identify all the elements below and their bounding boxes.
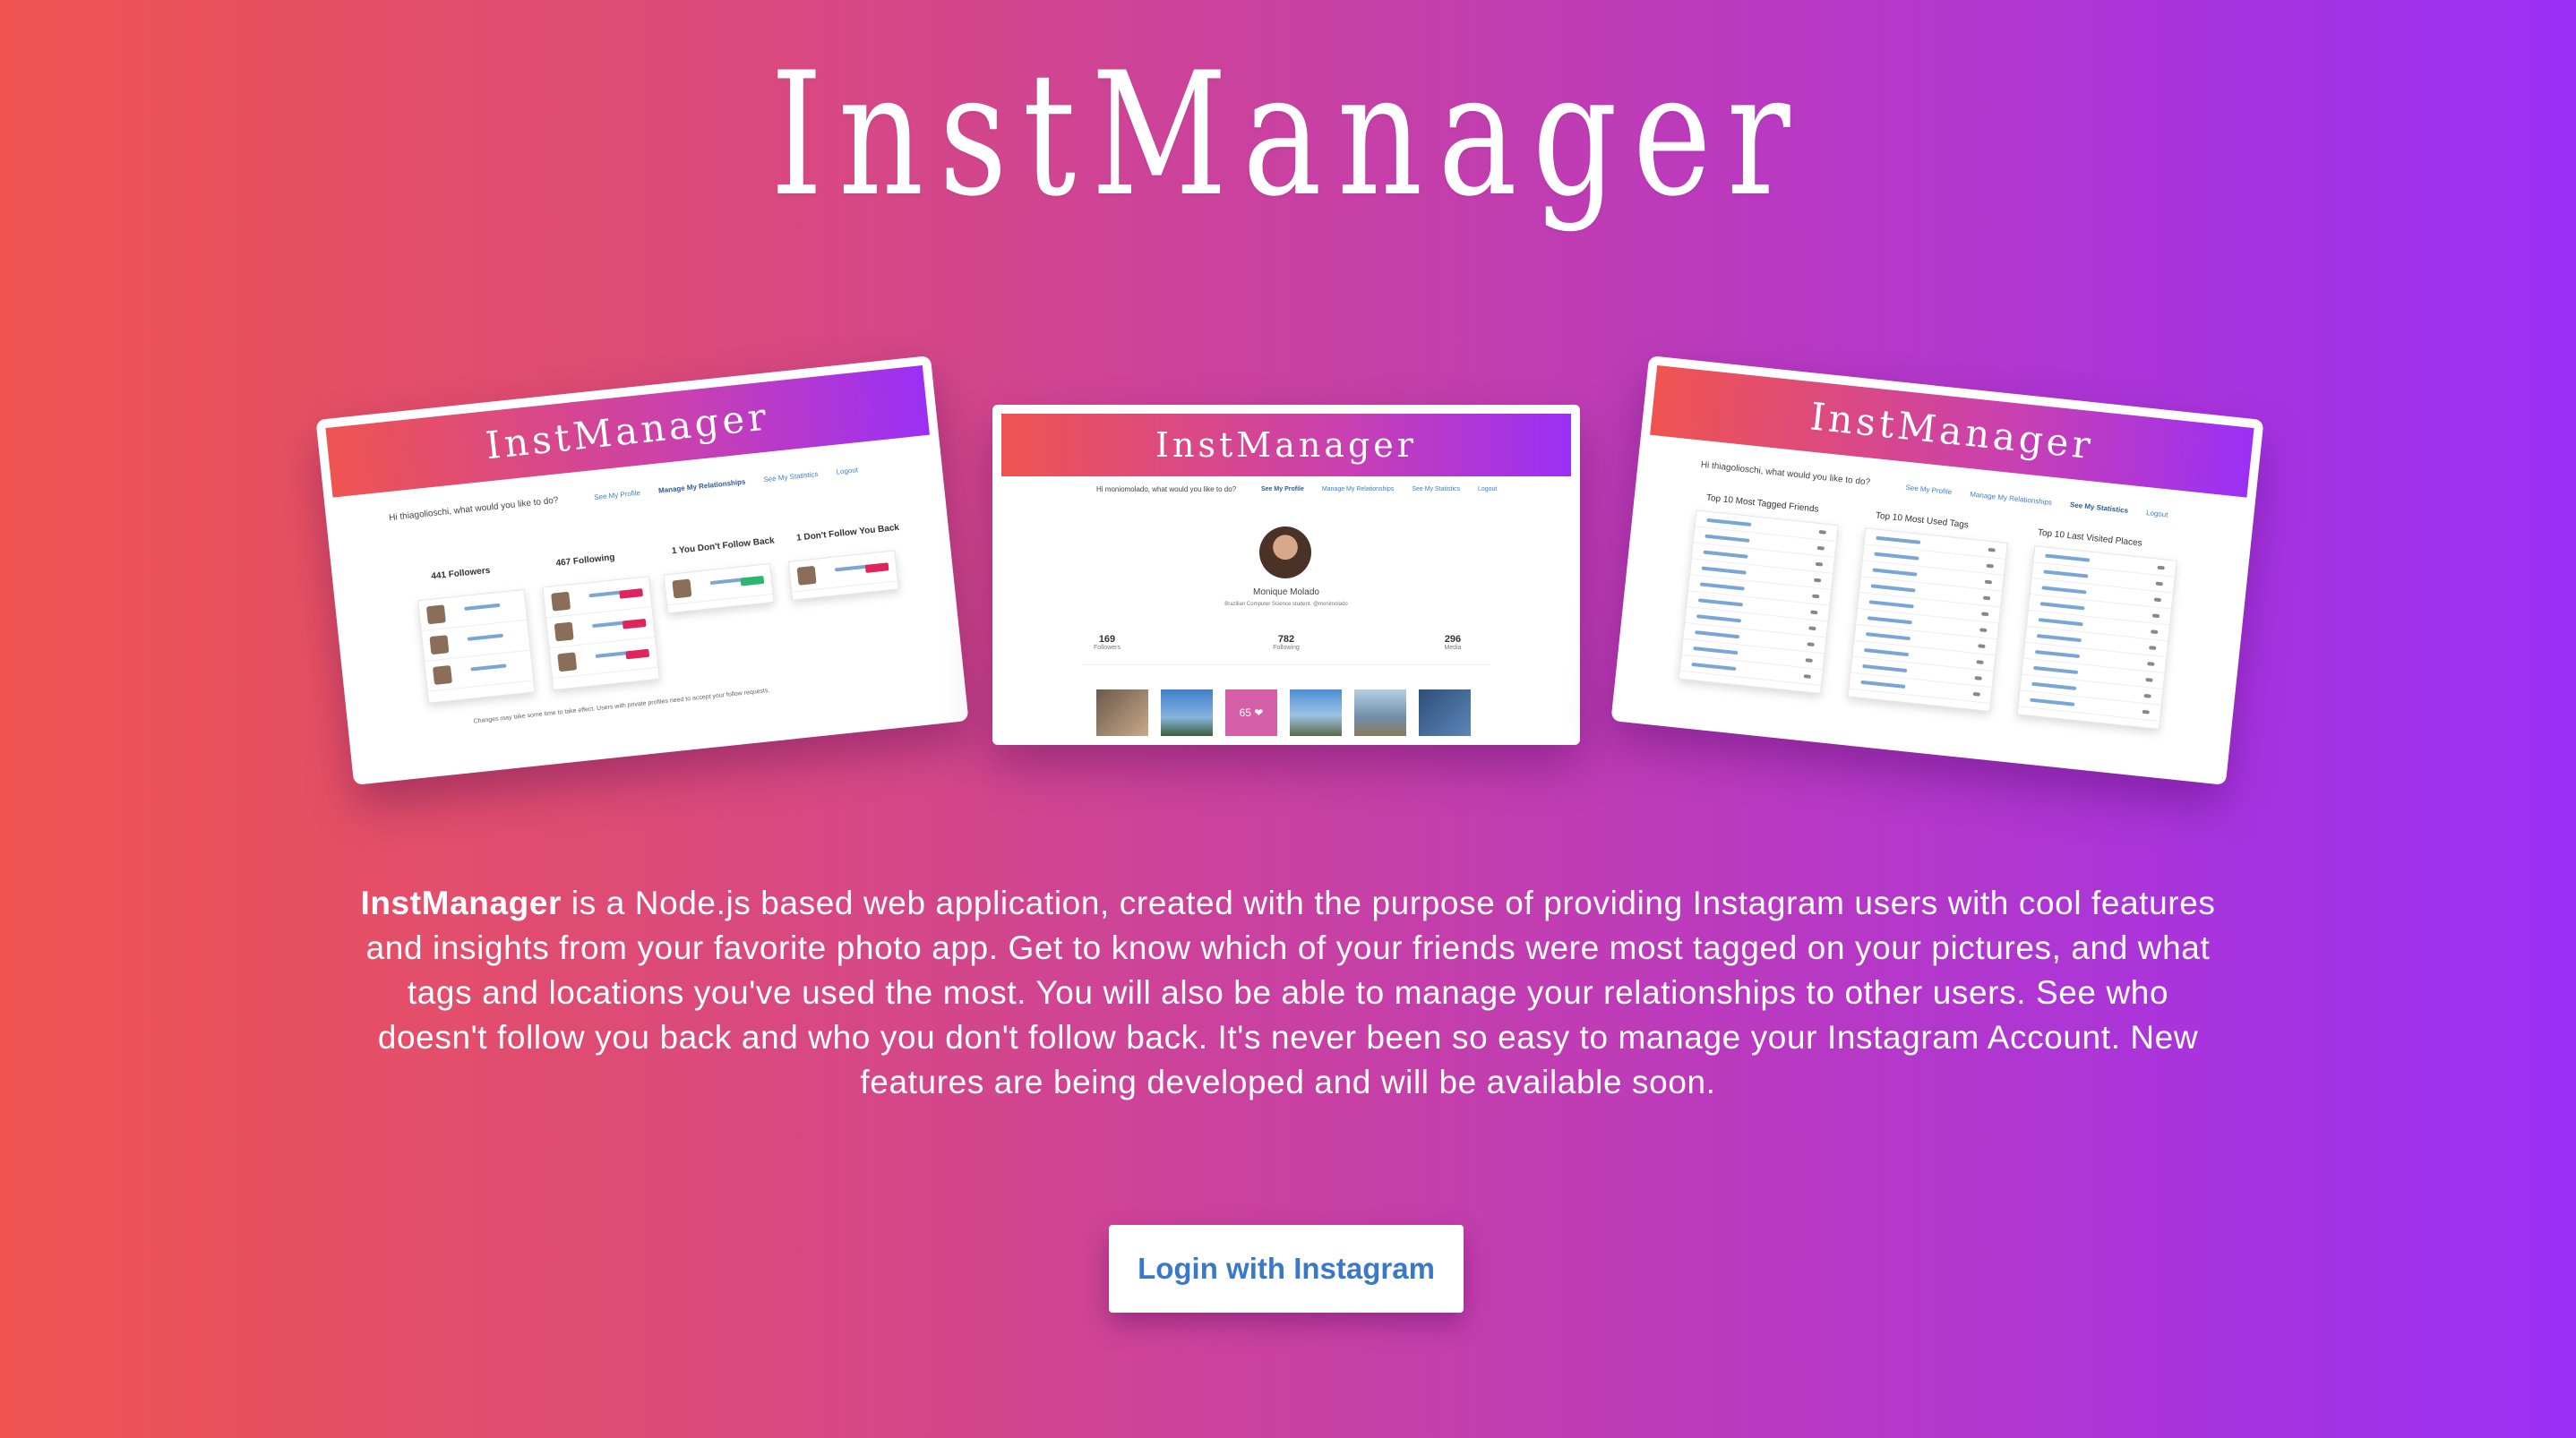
nav-logout: Logout — [836, 466, 859, 476]
photo-thumb — [1419, 689, 1471, 736]
stat-label: Followers — [1094, 645, 1121, 651]
screenshot-statistics: InstManager Hi thiagolioschi, what would… — [1610, 355, 2264, 785]
screenshot-header: InstManager — [325, 365, 930, 498]
column-not-following-back: 1 You Don't Follow Back — [671, 535, 776, 557]
followers-list — [417, 588, 536, 704]
screenshot-profile: InstManager Hi moniomolado, what would y… — [992, 405, 1580, 745]
greeting-text: Hi thiagolioschi, what would you like to… — [1700, 459, 1871, 488]
column-not-followed-back: 1 Don't Follow You Back — [795, 522, 900, 544]
nav-relationships: Manage My Relationships — [1969, 490, 2053, 507]
following-list — [542, 576, 660, 691]
stat-value: 169 — [1098, 634, 1116, 645]
profile-bio: Brazilian Computer Science student. @mon… — [1224, 602, 1348, 607]
photo-thumb — [1096, 689, 1148, 736]
nav-statistics: See My Statistics — [1412, 486, 1460, 492]
stat-value: 782 — [1277, 634, 1295, 645]
screenshot-header: InstManager — [1001, 414, 1571, 476]
photo-thumb — [1354, 689, 1406, 736]
photo-thumb — [1290, 689, 1342, 736]
screenshot-relationships: InstManager Hi thiagolioschi, what would… — [315, 355, 969, 785]
stat-value: 296 — [1444, 634, 1462, 645]
app-title: InstManager — [770, 36, 1806, 234]
nav-profile: See My Profile — [593, 488, 641, 502]
avatar — [1259, 526, 1311, 578]
nav-profile: See My Profile — [1905, 483, 1953, 497]
nav-relationships: Manage My Relationships — [1321, 486, 1395, 492]
nav-logout: Logout — [2145, 509, 2168, 519]
divider — [1082, 664, 1490, 665]
not-followed-back-list — [787, 550, 899, 601]
visited-places-list — [2016, 545, 2177, 730]
nav-logout: Logout — [1477, 486, 1498, 492]
column-followers: 441 Followers — [430, 565, 491, 582]
stat-following: 782 Following — [1250, 634, 1322, 651]
nav-statistics: See My Statistics — [2069, 501, 2129, 515]
screenshot-nav: See My Profile Manage My Relationships S… — [1905, 484, 2185, 521]
stat-followers: 169 Followers — [1071, 634, 1143, 651]
column-following: 467 Following — [555, 552, 616, 569]
screenshot-nav: See My Profile Manage My Relationships S… — [1261, 486, 1513, 492]
nav-profile: See My Profile — [1261, 486, 1304, 492]
column-visited-places: Top 10 Last Visited Places — [2037, 527, 2143, 549]
nav-relationships: Manage My Relationships — [657, 477, 746, 495]
screenshot-nav: See My Profile Manage My Relationships S… — [594, 464, 875, 501]
photo-thumb — [1161, 689, 1213, 736]
stat-label: Following — [1273, 645, 1300, 651]
list-item — [788, 551, 897, 593]
stat-media: 296 Media — [1417, 634, 1489, 651]
description-text: is a Node.js based web application, crea… — [365, 885, 2216, 1100]
nav-statistics: See My Statistics — [762, 469, 819, 484]
used-tags-list — [1847, 527, 2008, 713]
greeting-text: Hi thiagolioschi, what would you like to… — [388, 495, 560, 524]
list-item — [664, 564, 773, 606]
login-with-instagram-button[interactable]: Login with Instagram — [1109, 1225, 1464, 1313]
screenshot-header: InstManager — [1650, 365, 2254, 498]
greeting-text: Hi moniomolado, what would you like to d… — [1096, 485, 1237, 493]
not-following-back-list — [663, 563, 775, 614]
description-app-name: InstManager — [360, 885, 562, 921]
photo-thumb-highlighted: 65 ❤ — [1225, 689, 1277, 736]
profile-name: Monique Molado — [1253, 587, 1319, 597]
column-used-tags: Top 10 Most Used Tags — [1875, 510, 1970, 531]
stat-label: Media — [1444, 645, 1462, 651]
column-tagged-friends: Top 10 Most Tagged Friends — [1705, 492, 1819, 515]
tagged-friends-list — [1678, 509, 1839, 695]
app-description: InstManager is a Node.js based web appli… — [358, 881, 2218, 1105]
